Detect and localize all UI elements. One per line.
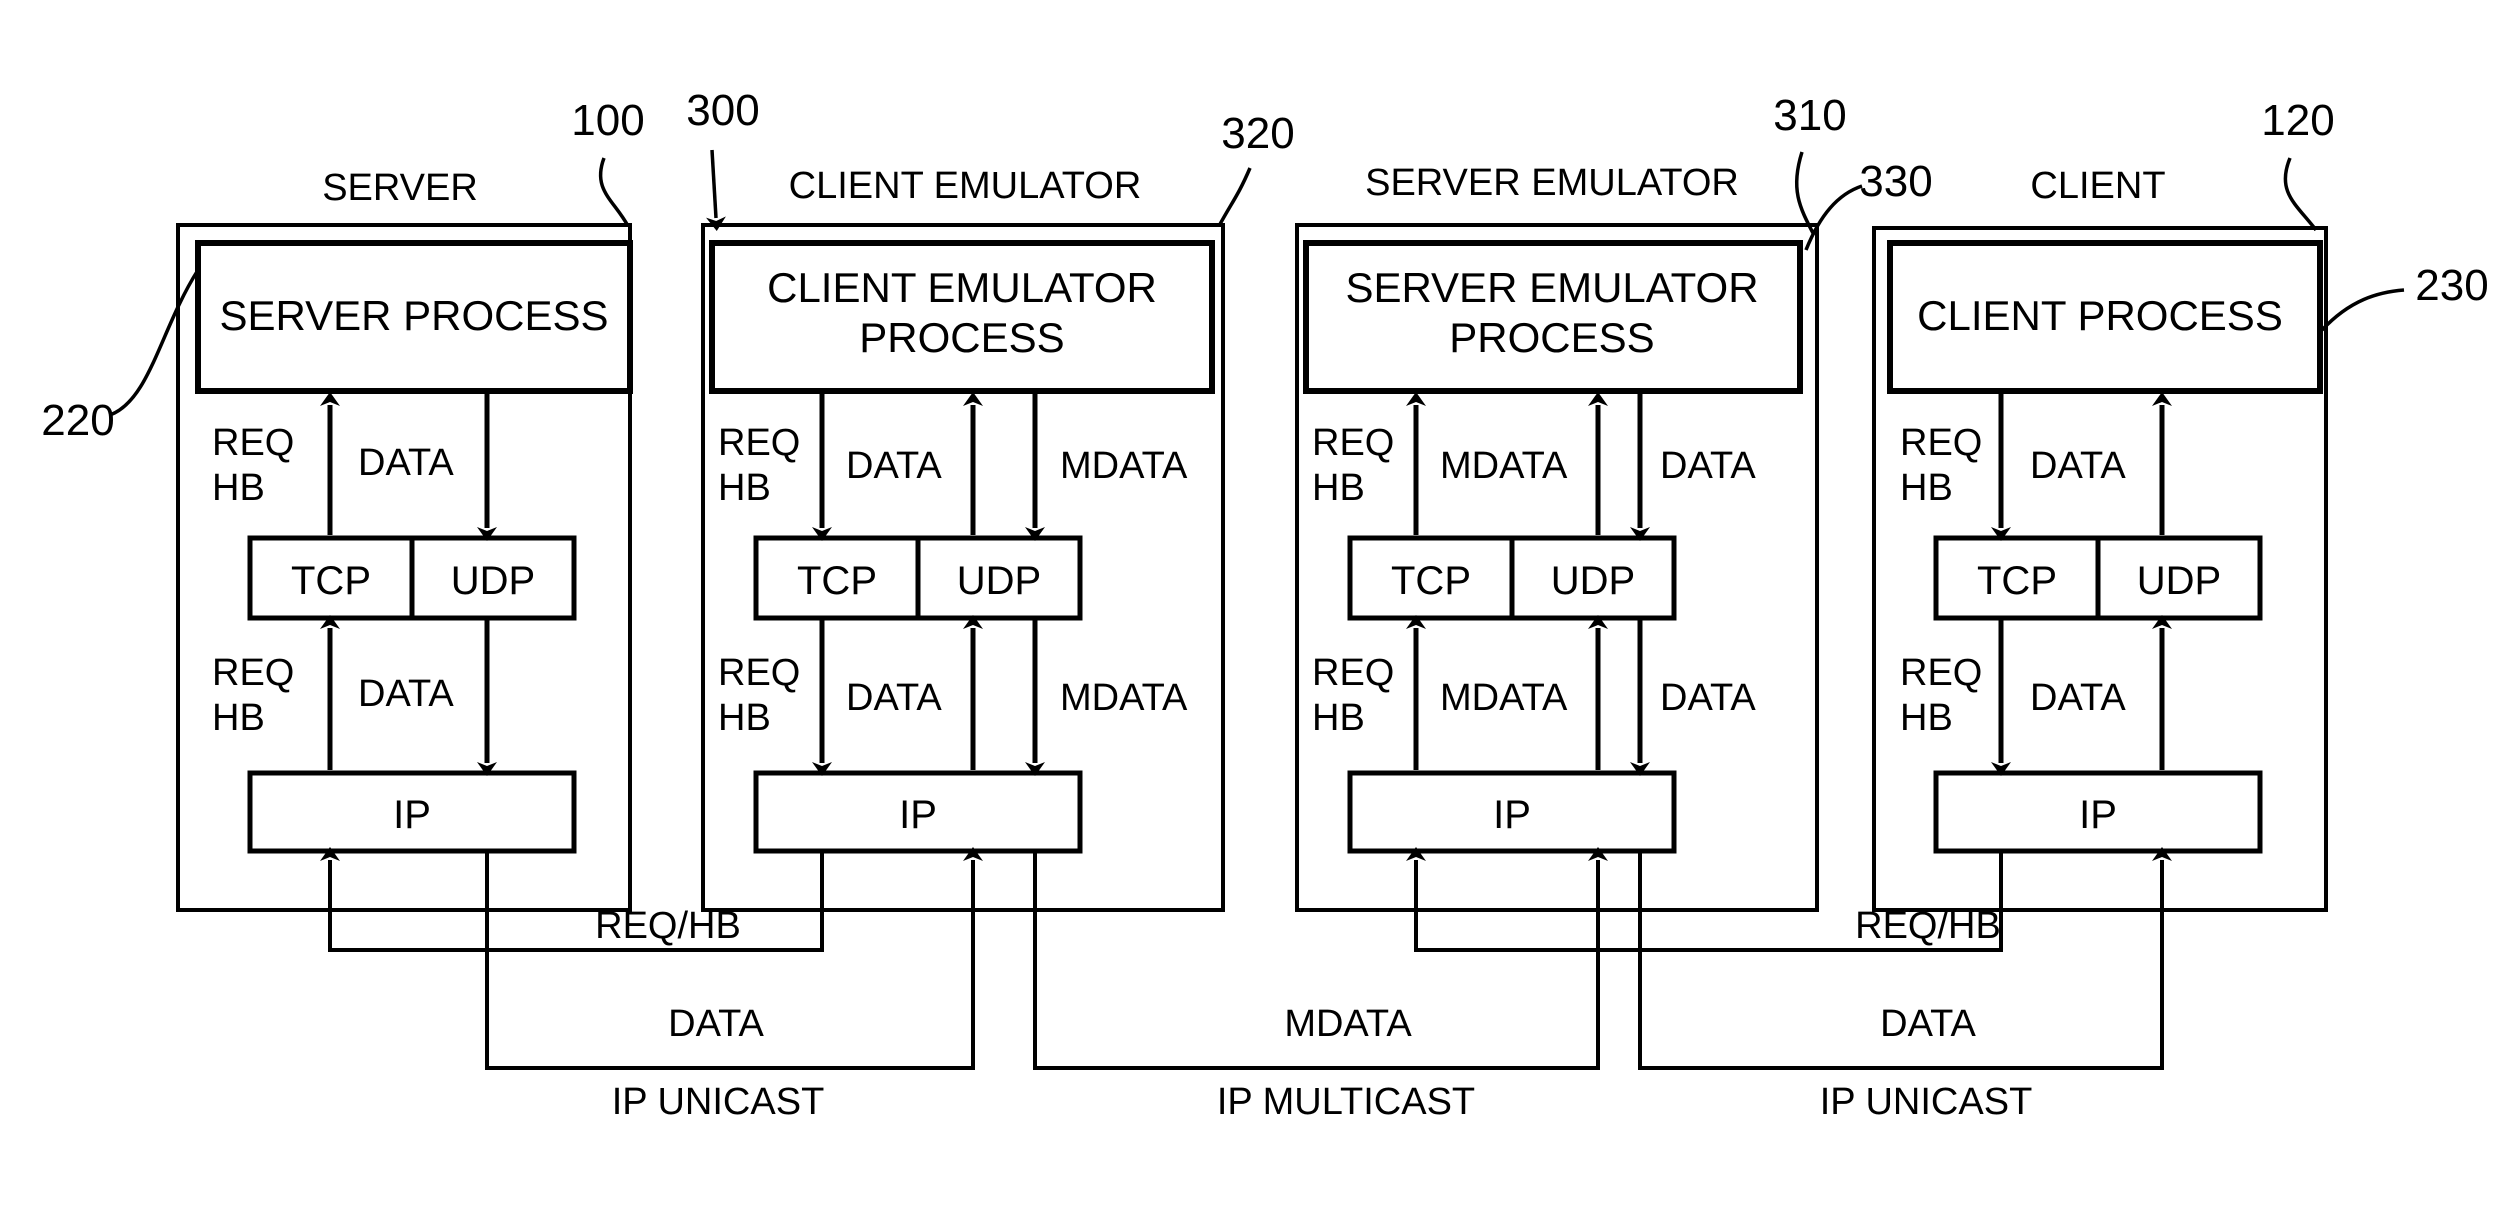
panel-title-server-emulator: SERVER EMULATOR [1365, 162, 1739, 204]
client-tcp-label: TCP [1977, 559, 2057, 603]
server-lower-data-label: DATA [358, 673, 454, 715]
block-diagram: SERVER SERVER PROCESS REQ HB DATA TCP UD… [41, 86, 2489, 1123]
ce-upper-reqhb-line1: REQ [718, 422, 800, 464]
client-lower-reqhb-line2: HB [1900, 697, 1953, 739]
se-lower-data-label: DATA [1660, 677, 1756, 719]
server-lower-reqhb-line1: REQ [212, 652, 294, 694]
se-lower-mdata-label: MDATA [1440, 677, 1568, 719]
client-upper-data-label: DATA [2030, 445, 2126, 487]
ce-upper-mdata-label: MDATA [1060, 445, 1188, 487]
ref-300-leader [705, 149, 726, 231]
server-process-label: SERVER PROCESS [219, 292, 608, 339]
server-upper-reqhb-line2: HB [212, 467, 265, 509]
ref-300-label: 300 [686, 86, 759, 135]
link-left-reqhb-label: REQ/HB [595, 905, 741, 947]
ce-ip-label: IP [899, 793, 937, 837]
ref-320-leader [1217, 167, 1252, 227]
se-upper-reqhb-line2: HB [1312, 467, 1365, 509]
ref-330-leader [1804, 184, 1863, 251]
client-ip-label: IP [2079, 793, 2117, 837]
link-right-data-label: DATA [1880, 1003, 1976, 1045]
server-lower-reqhb-line2: HB [212, 697, 265, 739]
ref-100-leader [598, 157, 630, 227]
network-wiring: REQ/HB DATA IP UNICAST MDATA IP MULTICAS… [320, 847, 2172, 1123]
link-mid-mdata-label: MDATA [1284, 1003, 1412, 1045]
link-mid-bus-label: IP MULTICAST [1217, 1081, 1475, 1123]
se-process-label-1: SERVER EMULATOR [1345, 264, 1758, 311]
panel-title-client-emulator: CLIENT EMULATOR [789, 165, 1142, 207]
ce-lower-reqhb-line2: HB [718, 697, 771, 739]
ref-310-label: 310 [1773, 91, 1846, 140]
ref-230-leader [2320, 288, 2405, 332]
client-upper-reqhb-line1: REQ [1900, 422, 1982, 464]
ref-100-label: 100 [571, 96, 644, 145]
se-ip-label: IP [1493, 793, 1531, 837]
ce-upper-data-label: DATA [846, 445, 942, 487]
figure-canvas: SERVER SERVER PROCESS REQ HB DATA TCP UD… [0, 0, 2516, 1224]
server-upper-reqhb-line1: REQ [212, 422, 294, 464]
se-process-label-2: PROCESS [1449, 314, 1654, 361]
client-lower-data-label: DATA [2030, 677, 2126, 719]
server-ip-label: IP [393, 793, 431, 837]
client-process-label: CLIENT PROCESS [1917, 292, 2283, 339]
ce-lower-reqhb-line1: REQ [718, 652, 800, 694]
ref-220-leader [109, 269, 200, 417]
ref-220-label: 220 [41, 396, 114, 445]
link-left-bus-label: IP UNICAST [612, 1081, 825, 1123]
ce-lower-mdata-label: MDATA [1060, 677, 1188, 719]
client-udp-label: UDP [2137, 559, 2221, 603]
server-tcp-label: TCP [291, 559, 371, 603]
ce-tcp-label: TCP [797, 559, 877, 603]
ce-udp-label: UDP [957, 559, 1041, 603]
ref-230-label: 230 [2415, 261, 2488, 310]
ref-330-label: 330 [1859, 157, 1932, 206]
link-left-data-label: DATA [668, 1003, 764, 1045]
link-left-reqhb-path [320, 847, 824, 952]
se-upper-reqhb-line1: REQ [1312, 422, 1394, 464]
se-udp-label: UDP [1551, 559, 1635, 603]
ref-120-label: 120 [2261, 96, 2334, 145]
panel-server: SERVER SERVER PROCESS REQ HB DATA TCP UD… [41, 96, 645, 912]
ce-lower-data-label: DATA [846, 677, 942, 719]
se-lower-reqhb-line1: REQ [1312, 652, 1394, 694]
panel-client-emulator: CLIENT EMULATOR CLIENT EMULATOR PROCESS … [686, 86, 1295, 912]
ref-310-leader [1794, 151, 1816, 236]
panel-title-server: SERVER [322, 167, 478, 209]
ref-120-leader [2283, 157, 2318, 232]
panel-server-emulator: SERVER EMULATOR SERVER EMULATOR PROCESS … [1295, 91, 1933, 912]
server-udp-label: UDP [451, 559, 535, 603]
client-upper-reqhb-line2: HB [1900, 467, 1953, 509]
client-emulator-process-label-2: PROCESS [859, 314, 1064, 361]
se-upper-data-label: DATA [1660, 445, 1756, 487]
client-lower-reqhb-line1: REQ [1900, 652, 1982, 694]
se-tcp-label: TCP [1391, 559, 1471, 603]
panel-client: CLIENT CLIENT PROCESS REQ HB DATA TCP UD… [1872, 96, 2489, 912]
link-right-reqhb-label: REQ/HB [1855, 905, 2001, 947]
se-upper-mdata-label: MDATA [1440, 445, 1568, 487]
link-right-bus-label: IP UNICAST [1820, 1081, 2033, 1123]
panel-title-client: CLIENT [2030, 165, 2165, 207]
server-upper-data-label: DATA [358, 442, 454, 484]
client-emulator-process-label-1: CLIENT EMULATOR [767, 264, 1157, 311]
se-lower-reqhb-line2: HB [1312, 697, 1365, 739]
ref-320-label: 320 [1221, 109, 1294, 158]
ce-upper-reqhb-line2: HB [718, 467, 771, 509]
